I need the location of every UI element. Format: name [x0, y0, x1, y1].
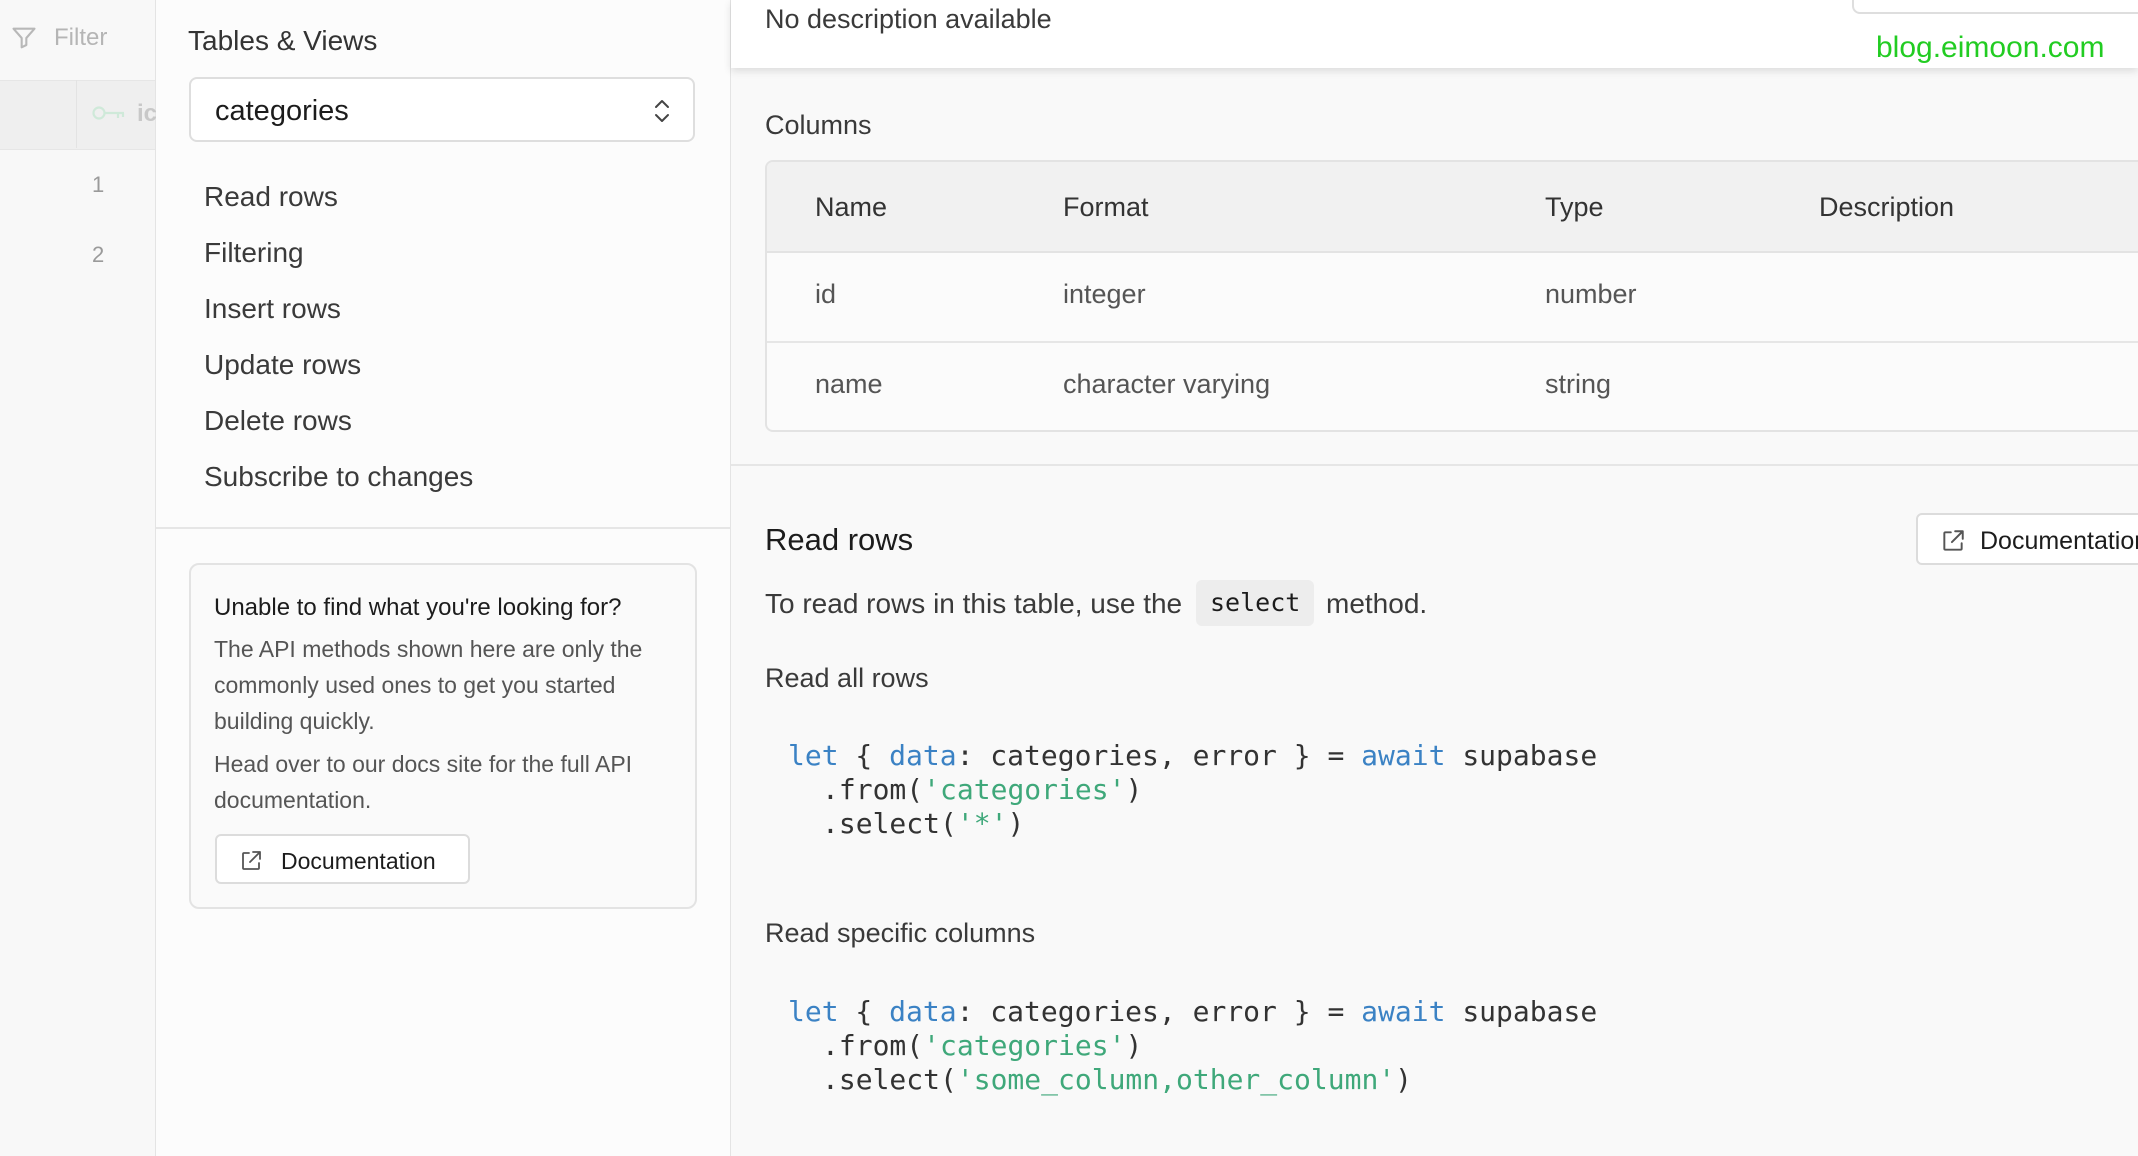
menu-title: Tables & Views: [188, 25, 378, 56]
column-header-description: Description: [1819, 192, 1955, 222]
cell-type: string: [1545, 369, 1612, 399]
cell-name: name: [815, 369, 883, 399]
code-token: .from(: [822, 773, 924, 806]
code-token: {: [838, 739, 890, 772]
menu-item-update-rows[interactable]: Update rows: [204, 348, 361, 382]
columns-table: Name Format Type Description id integer …: [765, 160, 2138, 432]
table-select[interactable]: categories: [189, 77, 695, 142]
external-link-icon: [242, 851, 261, 870]
read-specific-columns-title: Read specific columns: [765, 918, 1036, 948]
read-rows-documentation-button[interactable]: Documentation: [1916, 513, 2138, 565]
help-paragraph: The API methods shown here are only the …: [214, 636, 643, 734]
documentation-button-label: Documentation: [281, 848, 436, 874]
top-right-control[interactable]: [1852, 0, 2138, 14]
code-token: '*': [956, 807, 1008, 840]
code-token: .from(: [822, 1029, 924, 1062]
cell-format: character varying: [1063, 369, 1271, 399]
code-token: supabase: [1445, 995, 1598, 1028]
read-rows-description-end: method.: [1326, 588, 1428, 619]
grid-header-row: [0, 80, 155, 150]
menu-item-filtering[interactable]: Filtering: [204, 236, 304, 270]
documentation-button-label: Documentation: [1980, 527, 2138, 555]
chevron-up-down-icon: [655, 100, 669, 122]
code-token: let: [788, 995, 839, 1028]
code-token: 'some_column,other_column': [956, 1063, 1396, 1096]
menu-item-subscribe[interactable]: Subscribe to changes: [204, 460, 473, 494]
code-token: let: [788, 739, 839, 772]
code-line: .select('*'): [788, 807, 1597, 841]
filter-button[interactable]: Filter: [0, 0, 155, 78]
table-select-value: categories: [215, 95, 349, 127]
code-line: .select('some_column,other_column'): [788, 1063, 1597, 1097]
table-description: No description available: [765, 4, 1052, 34]
column-header-format: Format: [1063, 192, 1149, 222]
code-block-read-all: let { data: categories, error } = await …: [788, 739, 1597, 841]
grid-header-separator: [76, 80, 77, 148]
code-token: ): [1395, 1063, 1413, 1096]
code-token: {: [838, 995, 890, 1028]
table-row: name character varying string: [767, 343, 2138, 430]
cell-format: integer: [1063, 279, 1146, 309]
code-token: 'categories': [923, 1029, 1126, 1062]
read-all-rows-title: Read all rows: [765, 663, 929, 693]
watermark: blog.eimoon.com: [1876, 31, 2105, 64]
filter-label: Filter: [54, 24, 108, 51]
code-token: ): [1125, 773, 1143, 806]
row-number: 2: [92, 242, 105, 267]
table-row: id integer number: [767, 253, 2138, 341]
column-header-name: Name: [815, 192, 888, 222]
grid-column-header[interactable]: ic: [137, 101, 157, 127]
help-card: Unable to find what you're looking for? …: [189, 563, 697, 909]
help-heading: Unable to find what you're looking for?: [214, 594, 622, 621]
code-token: 'categories': [923, 773, 1126, 806]
menu-item-insert-rows[interactable]: Insert rows: [204, 292, 341, 326]
read-rows-description: To read rows in this table, use the: [765, 588, 1183, 619]
menu-divider: [156, 527, 730, 529]
code-line: .from('categories'): [788, 773, 1597, 807]
code-token: : categories, error } =: [956, 739, 1362, 772]
code-token: .select(: [822, 1063, 957, 1096]
code-line: let { data: categories, error } = await …: [788, 995, 1597, 1029]
code-line: .from('categories'): [788, 1029, 1597, 1063]
cell-type: number: [1545, 279, 1637, 309]
code-token: : categories, error } =: [956, 995, 1362, 1028]
external-link-icon: [1943, 530, 1964, 551]
code-token: await: [1361, 739, 1446, 772]
filter-icon: [12, 27, 36, 49]
code-block-read-specific: let { data: categories, error } = await …: [788, 995, 1597, 1097]
code-token: .select(: [822, 807, 957, 840]
table-header-row: Name Format Type Description: [767, 162, 2138, 253]
column-header-type: Type: [1545, 192, 1604, 222]
code-token: supabase: [1445, 739, 1598, 772]
code-token: await: [1361, 995, 1446, 1028]
menu-item-read-rows[interactable]: Read rows: [204, 180, 338, 214]
documentation-button[interactable]: Documentation: [215, 834, 470, 884]
menu-item-delete-rows[interactable]: Delete rows: [204, 404, 352, 438]
grid-strip: [0, 0, 156, 1156]
key-icon: [92, 106, 125, 120]
code-token: ): [1125, 1029, 1143, 1062]
inline-code-method: select: [1196, 580, 1315, 626]
section-divider: [731, 464, 2138, 466]
help-paragraph: Head over to our docs site for the full …: [214, 751, 633, 813]
columns-title: Columns: [765, 110, 872, 140]
code-token: ): [1007, 807, 1025, 840]
cell-name: id: [815, 279, 837, 309]
row-number: 1: [92, 172, 105, 197]
code-token: data: [889, 995, 957, 1028]
read-rows-title: Read rows: [765, 522, 914, 557]
code-token: data: [889, 739, 957, 772]
code-line: let { data: categories, error } = await …: [788, 739, 1597, 773]
